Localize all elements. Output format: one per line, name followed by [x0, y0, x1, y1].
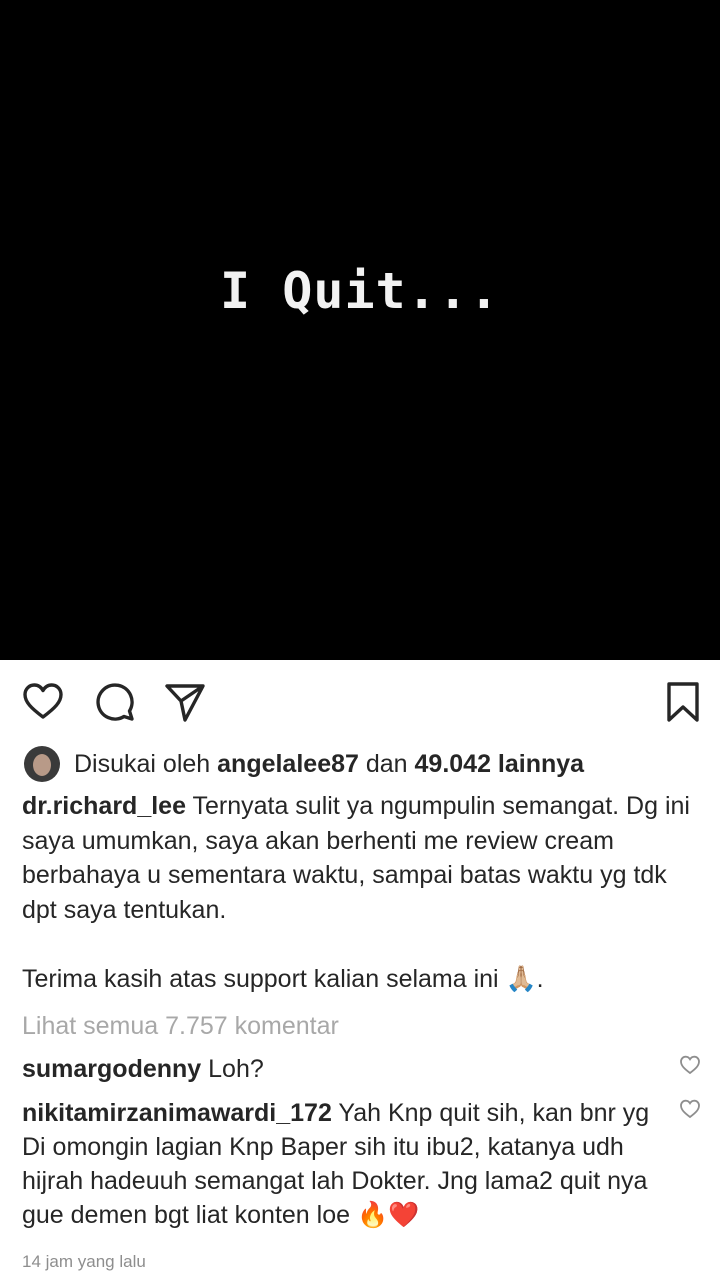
liker-username[interactable]: angelalee87: [217, 750, 359, 779]
speech-bubble-icon: [96, 683, 134, 721]
comment-item: sumargodenny Loh?: [22, 1052, 662, 1086]
paper-plane-icon: [165, 684, 205, 722]
likes-summary[interactable]: Disukai oleh angelalee87 dan 49.042 lain…: [24, 744, 584, 784]
liker-avatar[interactable]: [24, 746, 60, 782]
likes-prefix: Disukai oleh: [74, 749, 218, 778]
post-timestamp: 14 jam yang lalu: [22, 1252, 146, 1271]
comment-text: Loh?: [201, 1055, 264, 1083]
comment-like-heart-icon[interactable]: [679, 1054, 701, 1076]
action-bar: [0, 680, 720, 724]
save-button[interactable]: [661, 680, 705, 724]
post-image-text: I Quit...: [220, 262, 500, 320]
likes-middle: dan: [358, 749, 415, 778]
likes-count[interactable]: 49.042 lainnya: [415, 750, 585, 779]
post-caption: dr.richard_lee Ternyata sulit ya ngumpul…: [22, 789, 702, 996]
comment-like-heart-icon[interactable]: [679, 1098, 701, 1120]
like-button[interactable]: [21, 680, 65, 724]
heart-outline-icon: [23, 683, 63, 719]
comment-username[interactable]: sumargodenny: [22, 1055, 201, 1083]
bookmark-icon: [667, 682, 699, 722]
comment-item: nikitamirzanimawardi_172 Yah Knp quit si…: [22, 1096, 662, 1232]
view-all-comments-link[interactable]: Lihat semua 7.757 komentar: [22, 1012, 339, 1041]
comment-button[interactable]: [93, 680, 137, 724]
comment-username[interactable]: nikitamirzanimawardi_172: [22, 1099, 332, 1127]
post-image[interactable]: I Quit...: [0, 0, 720, 660]
caption-text: Ternyata sulit ya ngumpulin semangat. Dg…: [22, 792, 690, 993]
share-button[interactable]: [163, 680, 207, 724]
caption-username[interactable]: dr.richard_lee: [22, 792, 186, 820]
